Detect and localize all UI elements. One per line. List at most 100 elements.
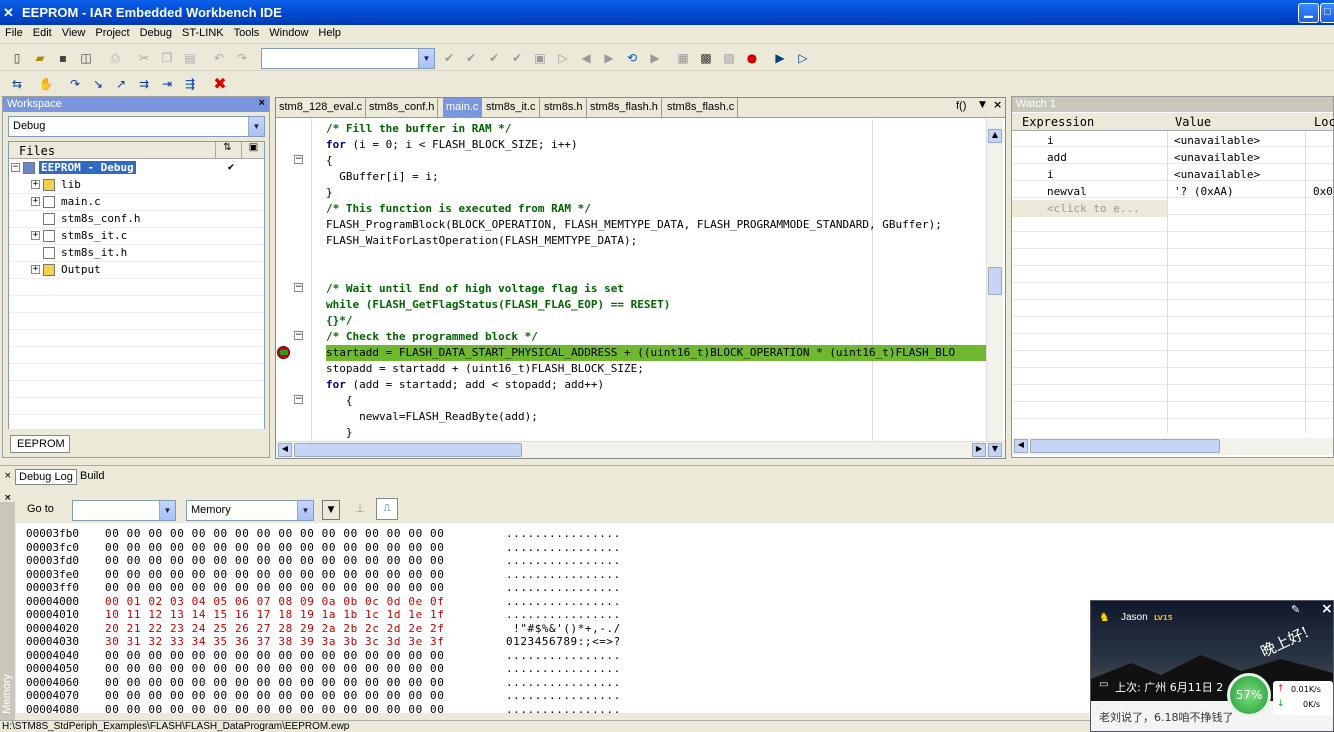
scroll-right-icon[interactable]: ▶ <box>972 443 986 457</box>
expand-icon[interactable]: + <box>31 265 40 274</box>
memory-ascii[interactable]: ................ <box>506 703 621 717</box>
menu-file[interactable]: File <box>0 25 28 44</box>
print-icon[interactable]: ⎙ <box>106 49 124 67</box>
find-next-icon[interactable]: ✔ <box>440 49 458 67</box>
column-location[interactable]: Loc <box>1314 115 1334 129</box>
cut-icon[interactable]: ✂ <box>135 49 153 67</box>
tree-item[interactable]: stm8s_it.h <box>9 245 264 262</box>
menu-debug[interactable]: Debug <box>135 25 177 44</box>
find-in-files-icon[interactable]: ✔ <box>485 49 503 67</box>
minimize-button[interactable]: ▁ <box>1298 3 1319 23</box>
watch-expression[interactable]: i <box>1012 132 1167 149</box>
memory-ascii[interactable]: ................ <box>506 527 621 541</box>
config-select[interactable]: Debug ▼ <box>8 116 265 137</box>
fold-marker[interactable]: − <box>294 395 303 404</box>
memory-ascii[interactable]: ................ <box>506 676 621 690</box>
memory-ascii[interactable]: !"#$%&'()*+,-./ <box>506 622 621 636</box>
watch-row[interactable]: i <unavailable> <box>1012 166 1333 183</box>
find-combo[interactable]: ▼ <box>261 48 435 69</box>
editor-tab[interactable]: main.c <box>443 98 483 117</box>
memory-ascii[interactable]: ................ <box>506 595 621 609</box>
watch-expression[interactable]: newval <box>1012 183 1167 200</box>
memory-bytes[interactable]: 20 21 22 23 24 25 26 27 28 29 2a 2b 2c 2… <box>105 622 444 636</box>
fold-marker[interactable]: − <box>294 283 303 292</box>
step-out-icon[interactable]: ↗ <box>112 75 130 93</box>
browse-icon[interactable]: ⟲ <box>623 49 641 67</box>
tree-item[interactable]: stm8s_conf.h <box>9 211 264 228</box>
reset-icon[interactable]: ⇆ <box>8 75 26 93</box>
column-value[interactable]: Value <box>1175 115 1211 129</box>
memory-bytes[interactable]: 00 00 00 00 00 00 00 00 00 00 00 00 00 0… <box>105 703 444 717</box>
fold-marker[interactable]: − <box>294 331 303 340</box>
editor-tab[interactable]: stm8s_conf.h <box>366 98 439 117</box>
close-icon[interactable]: × <box>1321 601 1333 617</box>
scroll-left-icon[interactable]: ◀ <box>278 443 292 457</box>
memory-bytes[interactable]: 00 00 00 00 00 00 00 00 00 00 00 00 00 0… <box>105 662 444 676</box>
close-icon[interactable]: × <box>993 98 1002 111</box>
watch-hscrollbar[interactable]: ◀ <box>1012 438 1333 455</box>
tree-item[interactable]: + Output <box>9 262 264 279</box>
nav-forward-icon[interactable]: ▶ <box>600 49 618 67</box>
tree-item[interactable]: − EEPROM - Debug ✔ <box>9 160 264 177</box>
function-list-button[interactable]: f() <box>956 100 966 112</box>
breakpoint-toggle-icon[interactable]: ● <box>743 49 761 67</box>
hscroll-thumb[interactable] <box>1030 439 1220 453</box>
hscroll-thumb[interactable] <box>294 443 522 457</box>
memory-bytes[interactable]: 00 00 00 00 00 00 00 00 00 00 00 00 00 0… <box>105 649 444 663</box>
menu-view[interactable]: View <box>57 25 91 44</box>
chevron-down-icon[interactable]: ▼ <box>297 501 313 520</box>
close-icon[interactable]: × <box>4 471 12 481</box>
fold-marker[interactable]: − <box>294 155 303 164</box>
memory-ascii[interactable]: ................ <box>506 581 621 595</box>
chevron-down-icon[interactable]: ▼ <box>418 49 434 68</box>
collapse-icon[interactable]: − <box>11 163 20 172</box>
watch-row[interactable]: add <unavailable> <box>1012 149 1333 166</box>
break-icon[interactable]: ✋ <box>37 75 55 93</box>
menu-st-link[interactable]: ST-LINK <box>177 25 229 44</box>
edit-icon[interactable]: ✎ <box>1291 603 1300 616</box>
previous-block-icon[interactable]: ⊥ <box>349 498 371 520</box>
chevron-down-icon[interactable]: ▼ <box>159 501 175 520</box>
memory-bytes[interactable]: 00 00 00 00 00 00 00 00 00 00 00 00 00 0… <box>105 676 444 690</box>
chevron-down-icon[interactable]: ▼ <box>248 117 264 136</box>
memory-bytes[interactable]: 00 00 00 00 00 00 00 00 00 00 00 00 00 0… <box>105 541 444 555</box>
watch-row[interactable]: i <unavailable> <box>1012 132 1333 149</box>
go-icon[interactable]: ⇶ <box>181 75 199 93</box>
replace-icon[interactable]: ✔ <box>508 49 526 67</box>
next-statement-icon[interactable]: ▶ <box>646 49 664 67</box>
memory-bytes[interactable]: 00 00 00 00 00 00 00 00 00 00 00 00 00 0… <box>105 581 444 595</box>
options-icon[interactable]: ▣ <box>241 142 265 159</box>
menu-project[interactable]: Project <box>90 25 134 44</box>
memory-ascii[interactable]: ................ <box>506 689 621 703</box>
tab-list-icon[interactable]: ▼ <box>979 100 986 110</box>
memory-bytes[interactable]: 00 00 00 00 00 00 00 00 00 00 00 00 00 0… <box>105 527 444 541</box>
qq-speed-ball[interactable]: 57% <box>1227 673 1271 717</box>
memory-bytes[interactable]: 30 31 32 33 34 35 36 37 38 39 3a 3b 3c 3… <box>105 635 444 649</box>
scroll-up-icon[interactable]: ▲ <box>988 129 1002 143</box>
tree-item[interactable]: + main.c <box>9 194 264 211</box>
save-all-icon[interactable]: ◫ <box>77 49 95 67</box>
watch-expression[interactable]: <click to e... <box>1012 200 1167 217</box>
memory-zone-select[interactable]: Memory ▼ <box>186 500 314 521</box>
scroll-down-icon[interactable]: ▼ <box>988 443 1002 457</box>
editor-tab[interactable]: stm8s_it.c <box>483 98 540 117</box>
save-icon[interactable]: ▪ <box>54 49 72 67</box>
horizontal-scrollbar[interactable]: ◀ ▶ ▼ <box>276 441 1005 458</box>
new-file-icon[interactable]: ▯ <box>8 49 26 67</box>
compile-icon[interactable]: ▦ <box>674 49 692 67</box>
goto-input[interactable]: ▼ <box>72 500 176 521</box>
workspace-tab-eeprom[interactable]: EEPROM <box>10 435 70 453</box>
memory-bytes[interactable]: 10 11 12 13 14 15 16 17 18 19 1a 1b 1c 1… <box>105 608 444 622</box>
bookmark-icon[interactable]: ▷ <box>554 49 572 67</box>
download-debug-icon[interactable]: ▶ <box>771 49 789 67</box>
scroll-thumb[interactable] <box>988 267 1002 295</box>
expand-icon[interactable]: + <box>31 231 40 240</box>
next-statement-debug-icon[interactable]: ⇉ <box>135 75 153 93</box>
watch-expression[interactable]: add <box>1012 149 1167 166</box>
memory-ascii[interactable]: ................ <box>506 649 621 663</box>
goto-icon[interactable]: ▣ <box>531 49 549 67</box>
editor-tab[interactable]: stm8s_flash.h <box>587 98 662 117</box>
memory-fill-icon[interactable]: ⎍ <box>376 498 398 520</box>
tab-build[interactable]: Build <box>80 470 104 482</box>
find-prev-icon[interactable]: ✔ <box>462 49 480 67</box>
